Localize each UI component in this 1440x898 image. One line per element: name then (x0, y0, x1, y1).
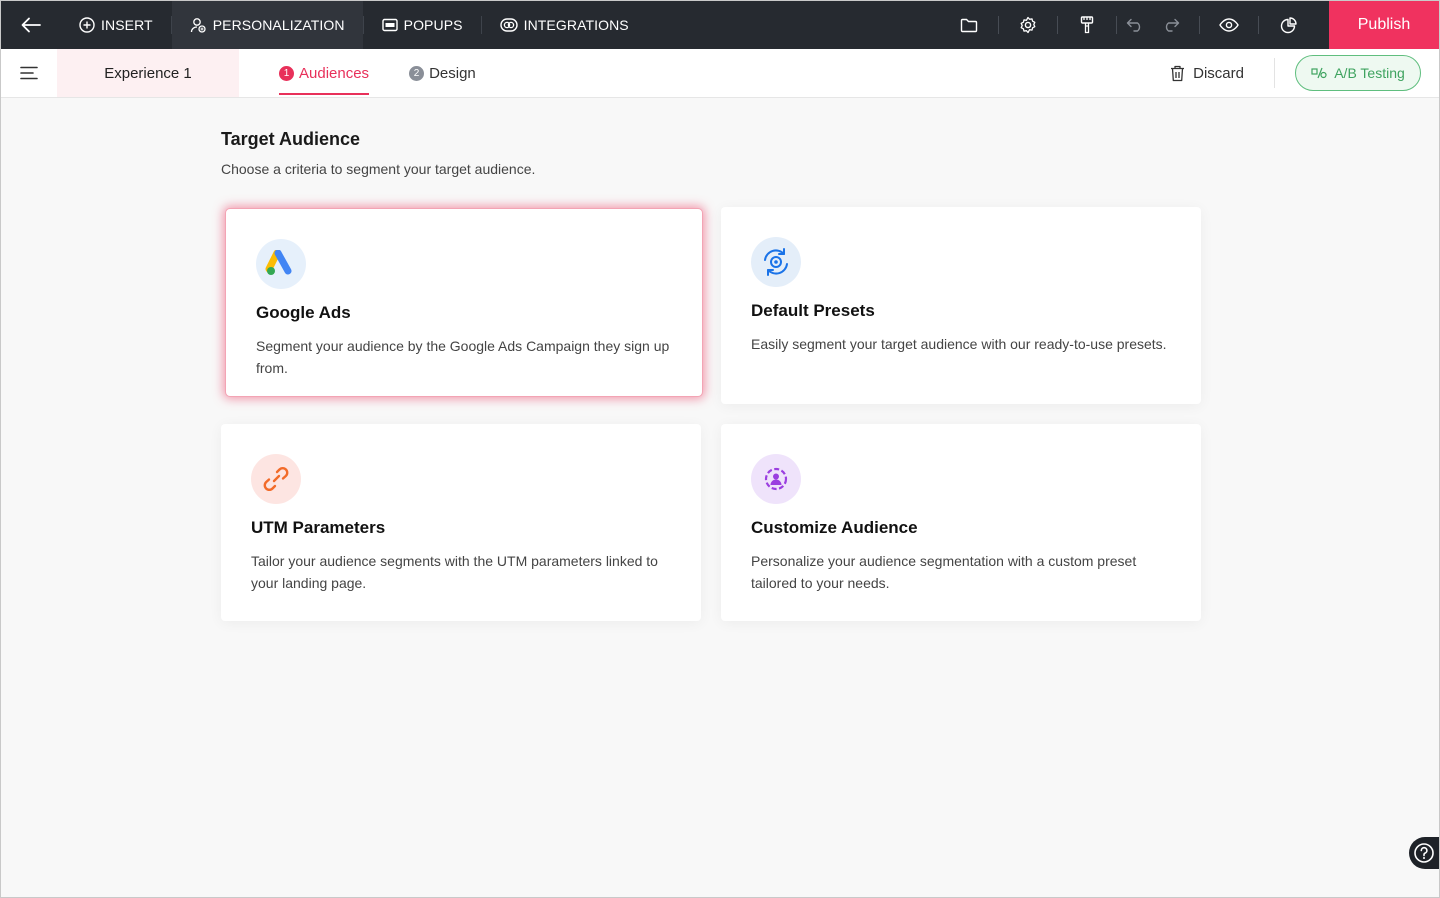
card-title: Default Presets (751, 301, 875, 320)
card-description: Tailor your audience segments with the U… (251, 553, 658, 591)
paint-brush-icon[interactable] (1058, 1, 1116, 49)
ab-testing-label: A/B Testing (1334, 65, 1405, 81)
card-google-ads[interactable]: Google Ads Segment your audience by the … (226, 209, 702, 396)
google-ads-icon (256, 239, 306, 289)
card-customize-audience[interactable]: Customize Audience Personalize your audi… (721, 424, 1201, 621)
preview-eye-icon[interactable] (1200, 1, 1258, 49)
card-title: Google Ads (256, 303, 351, 322)
nav-personalization[interactable]: PERSONALIZATION (171, 1, 363, 49)
experience-actions: Discard A/B Testing (1170, 49, 1439, 97)
popup-icon (381, 18, 398, 32)
redo-icon[interactable] (1153, 1, 1189, 49)
gear-icon[interactable] (999, 1, 1057, 49)
nav-popups-label: POPUPS (403, 17, 463, 33)
ab-testing-button[interactable]: A/B Testing (1295, 55, 1421, 91)
users-icon (190, 18, 206, 33)
integrations-icon (499, 18, 518, 32)
tab-design[interactable]: 2 Design (409, 49, 476, 97)
publish-button[interactable]: Publish (1329, 1, 1439, 49)
top-toolbar: INSERT PERSONALIZATION POPUPS INTEGRATIO… (1, 1, 1439, 49)
nav-popups[interactable]: POPUPS (364, 1, 481, 49)
tab-audiences[interactable]: 1 Audiences (279, 49, 370, 97)
card-description: Segment your audience by the Google Ads … (256, 338, 670, 376)
nav-integrations[interactable]: INTEGRATIONS (482, 1, 647, 49)
card-description: Personalize your audience segmentation w… (751, 553, 1137, 591)
experience-name[interactable]: Experience 1 (57, 49, 239, 97)
tab-design-label: Design (429, 64, 476, 82)
page-title: Target Audience (221, 129, 361, 149)
step-number: 1 (279, 65, 294, 81)
nav-integrations-label: INTEGRATIONS (523, 17, 629, 33)
discard-button[interactable]: Discard (1170, 65, 1274, 82)
ab-split-icon (1311, 67, 1327, 79)
help-icon[interactable] (1409, 837, 1439, 869)
analytics-pie-icon[interactable] (1259, 1, 1317, 49)
step-number: 2 (409, 65, 425, 81)
plus-circle-icon (79, 17, 95, 33)
card-title: UTM Parameters (251, 518, 386, 537)
discard-label: Discard (1193, 64, 1244, 82)
experience-bar: Experience 1 1 Audiences 2 Design Discar… (1, 49, 1439, 98)
toolbar-actions: Publish (940, 1, 1439, 49)
card-description: Easily segment your target audience with… (751, 336, 1167, 352)
back-arrow-icon[interactable] (1, 1, 61, 49)
custom-audience-icon (751, 454, 801, 504)
page-subtitle: Choose a criteria to segment your target… (221, 161, 536, 177)
menu-icon[interactable] (1, 49, 57, 97)
card-utm-parameters[interactable]: UTM Parameters Tailor your audience segm… (221, 424, 701, 621)
card-default-presets[interactable]: Default Presets Easily segment your targ… (721, 207, 1201, 404)
nav-personalization-label: PERSONALIZATION (212, 17, 345, 33)
audience-panel: Target Audience Choose a criteria to seg… (221, 98, 1201, 621)
nav-insert-label: INSERT (101, 17, 153, 33)
divider (1274, 58, 1275, 88)
presets-icon (751, 237, 801, 287)
tab-audiences-label: Audiences (299, 64, 370, 82)
folder-icon[interactable] (940, 1, 998, 49)
step-tabs: 1 Audiences 2 Design (279, 49, 476, 97)
undo-icon[interactable] (1117, 1, 1153, 49)
card-title: Customize Audience (751, 518, 918, 537)
trash-icon (1171, 65, 1185, 81)
nav-insert[interactable]: INSERT (61, 1, 171, 49)
link-icon (251, 454, 301, 504)
top-nav: INSERT PERSONALIZATION POPUPS INTEGRATIO… (61, 1, 647, 49)
